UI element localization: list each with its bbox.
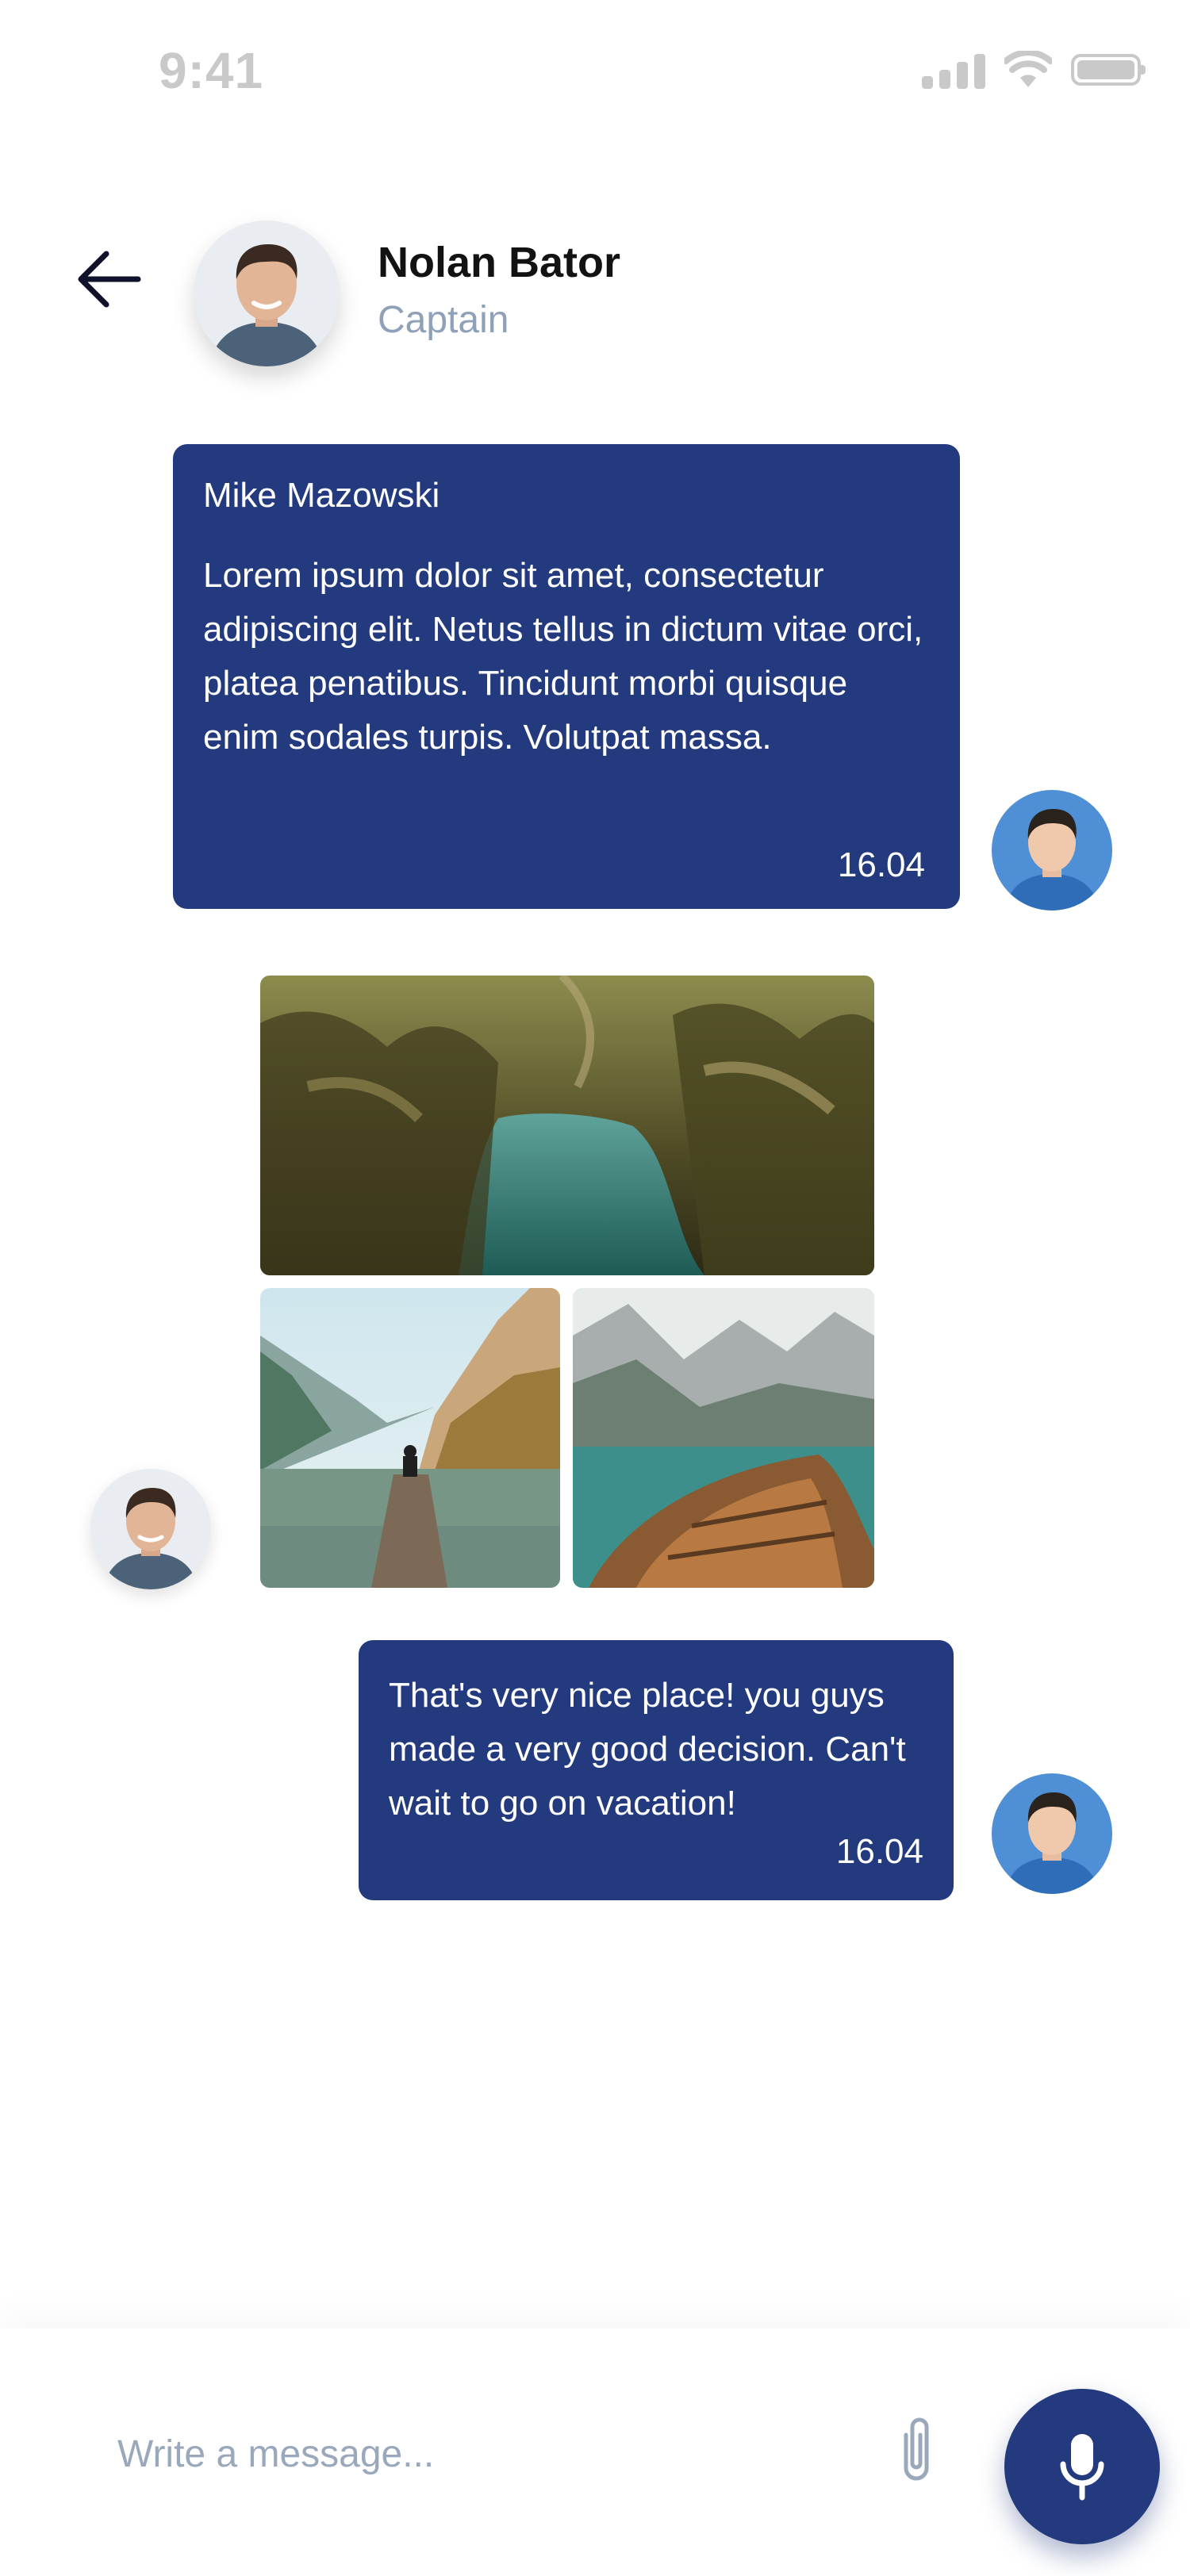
message-input[interactable]: [117, 2422, 831, 2486]
microphone-button[interactable]: [1004, 2389, 1160, 2544]
message-text: Lorem ipsum dolor sit amet, consectetur …: [203, 556, 923, 757]
photo-boat-lake[interactable]: [573, 1288, 874, 1588]
message-text: That's very nice place! you guys made a …: [389, 1676, 906, 1823]
outgoing-message-bubble: That's very nice place! you guys made a …: [359, 1640, 954, 1900]
wifi-icon: [1004, 51, 1052, 87]
message-time: 16.04: [837, 845, 925, 884]
status-time: 9:41: [159, 42, 264, 99]
contact-role: Captain: [378, 299, 509, 341]
back-arrow-icon[interactable]: [76, 249, 143, 309]
message-time: 16.04: [835, 1832, 923, 1871]
photo-tropical-river[interactable]: [260, 976, 874, 1275]
microphone-icon: [1060, 2434, 1104, 2501]
contact-avatar[interactable]: [194, 220, 340, 366]
contact-name: Nolan Bator: [378, 239, 621, 286]
signal-icon: [922, 51, 985, 89]
incoming-message-bubble: Mike Mazowski Lorem ipsum dolor sit amet…: [173, 444, 960, 909]
message-composer: [0, 2329, 1190, 2576]
contact-avatar-small[interactable]: [90, 1469, 211, 1589]
status-icons: [922, 51, 1146, 89]
photo-lake-pier[interactable]: [260, 1288, 560, 1588]
message-sender: Mike Mazowski: [203, 476, 440, 515]
battery-icon: [1071, 54, 1146, 86]
user-avatar[interactable]: [992, 1773, 1112, 1894]
user-avatar[interactable]: [992, 790, 1112, 910]
paperclip-icon[interactable]: [892, 2411, 941, 2487]
